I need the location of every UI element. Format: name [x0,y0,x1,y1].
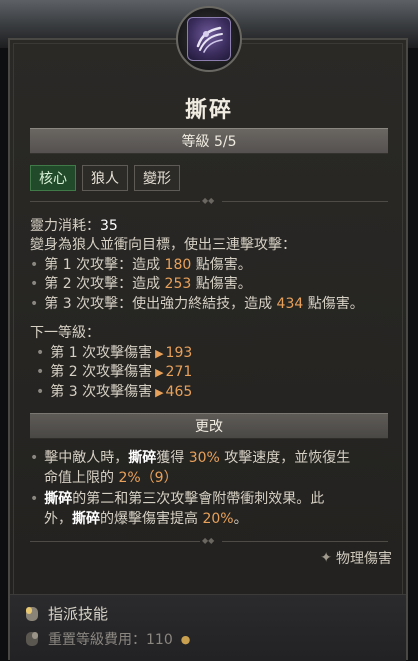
skill-description: 變身為狼人並衝向目標，使出三連擊攻擊： [30,237,296,253]
modifiers-label: 更改 [195,419,223,435]
next-level-line-2: • 第 2 次攻擊傷害 ▶ 271 [36,364,193,380]
hit-1-damage: 180 [164,257,192,273]
hit-line-1: • 第 1 次攻擊：造成 180 點傷害。 [30,257,252,273]
reset-cost-action[interactable]: 重置等級費用：110 ● [24,629,190,649]
physical-damage-icon: ✦ [320,550,332,566]
next-level-label: 下一等級： [30,325,100,341]
skill-level-bar: 等級 5/5 [30,128,388,154]
modifier-2-line-2: 外，撕碎的爆擊傷害提高 20%。 [44,511,248,527]
next-level-line-3: • 第 3 次攻擊傷害 ▶ 465 [36,384,193,400]
tag-werewolf: 狼人 [82,165,128,191]
mouse-button-icon [26,632,38,646]
divider-ornament-2: ◆◆ [202,536,215,545]
resource-cost-value: 35 [100,218,118,234]
footer-bar: 指派技能 重置等級費用：110 ● [10,594,406,661]
tag-core: 核心 [30,165,76,191]
skill-tags: 核心 狼人 變形 [30,165,180,191]
assign-skill-action[interactable]: 指派技能 [24,603,108,624]
hit-line-2: • 第 2 次攻擊：造成 253 點傷害。 [30,276,252,292]
resource-cost: 靈力消耗：35 [30,218,118,234]
modifiers-header: 更改 [30,413,388,439]
werewolf-claw-icon [187,17,231,61]
hit-3-damage: 434 [276,296,304,312]
modifier-2-line-1: • 撕碎的第二和第三次攻擊會附帶衝刺效果。此 [30,491,325,507]
damage-type: ✦ 物理傷害 [320,548,392,568]
skill-title: 撕碎 [184,98,233,123]
mouse-button-icon [26,606,38,621]
hit-line-3: • 第 3 次攻擊：使出強力終結技，造成 434 點傷害。 [30,296,364,312]
assign-skill-label: 指派技能 [48,605,109,623]
divider-left-2 [30,541,200,542]
next-level-line-1: • 第 1 次攻擊傷害 ▶ 193 [36,345,193,361]
modifier-1-line-2: 命值上限的 2%（9） [44,470,178,486]
divider-left-1 [30,201,200,202]
gold-coin-icon: ● [180,632,191,646]
skill-emblem [176,6,242,72]
tag-shapeshift: 變形 [134,165,180,191]
hit-2-damage: 253 [164,276,192,292]
divider-ornament-1: ◆◆ [202,196,215,205]
divider-right-2 [222,541,388,542]
reset-cost-label: 重置等級費用：110 [48,632,173,648]
divider-right-1 [222,201,388,202]
damage-type-label: 物理傷害 [336,551,392,567]
modifier-1-line-1: • 擊中敵人時，撕碎獲得 30% 攻擊速度，並恢復生 [30,450,351,466]
skill-level-label: 等級 5/5 [181,134,237,150]
